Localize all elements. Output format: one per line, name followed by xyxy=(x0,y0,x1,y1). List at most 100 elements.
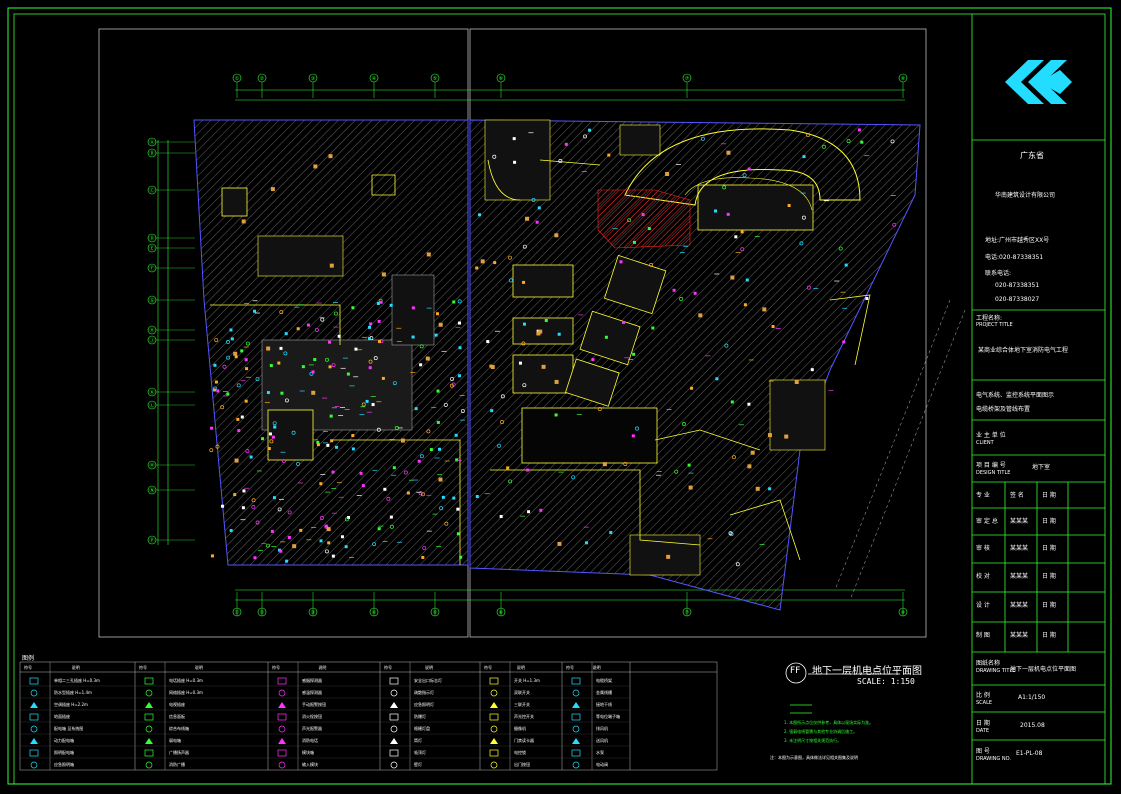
device-mark xyxy=(421,555,425,559)
ceiling-marker xyxy=(755,486,760,491)
device-mark xyxy=(279,346,283,350)
device-mark xyxy=(537,206,541,210)
axis-bubbles-bottom: ①②③④⑤⑥⑦⑧ xyxy=(232,592,908,617)
device-mark xyxy=(371,403,375,407)
legend-title: 图例 xyxy=(22,655,35,662)
legend-label: 安全出口标志灯 xyxy=(414,678,442,683)
ceiling-marker xyxy=(666,554,671,559)
room-d xyxy=(521,407,658,464)
tb-row-date: 日 期 xyxy=(1042,518,1056,525)
ceiling-marker xyxy=(233,351,238,356)
axis-label: Ⓒ xyxy=(149,187,154,194)
legend-symbol xyxy=(572,725,580,733)
axis-label: Ⓝ xyxy=(149,487,154,494)
plan-scale: SCALE: 1:150 xyxy=(857,677,915,686)
device-mark xyxy=(544,318,548,322)
device-mark xyxy=(647,227,651,231)
device-mark xyxy=(287,535,291,539)
device-mark xyxy=(631,434,635,438)
axis-label: ① xyxy=(235,610,240,616)
ceiling-marker xyxy=(326,527,331,532)
device-mark xyxy=(299,528,303,532)
ceiling-marker xyxy=(602,462,607,467)
legend-label: 防水型插座 H=1.4m xyxy=(54,690,92,695)
device-mark xyxy=(226,392,230,396)
ceiling-marker xyxy=(525,216,530,221)
legend-symbol xyxy=(571,749,581,757)
device-mark xyxy=(268,432,272,436)
device-mark xyxy=(522,280,526,284)
tb-tel: 电话:020-87338351 xyxy=(985,254,1044,261)
ceiling-marker xyxy=(750,450,755,455)
device-mark xyxy=(526,468,530,472)
device-mark xyxy=(328,365,332,369)
legend-symbol xyxy=(278,761,286,769)
device-mark xyxy=(604,335,608,339)
device-mark xyxy=(229,328,233,332)
device-mark xyxy=(436,420,440,424)
device-mark xyxy=(457,321,461,325)
legend-label: 电视插座 xyxy=(169,702,185,707)
legend-symbol xyxy=(389,713,399,721)
tb-date-label: 日 期 xyxy=(976,720,990,727)
legend-symbol xyxy=(490,702,498,708)
legend-label: 空调插座 H=2.2m xyxy=(54,702,88,707)
device-mark xyxy=(378,340,382,344)
device-mark xyxy=(377,319,381,323)
room-c xyxy=(391,274,435,346)
device-mark xyxy=(369,322,373,326)
plan-note: 3. 未注明尺寸按相关规范执行。 xyxy=(784,738,842,743)
tb-sub-en: DESIGN TITLE xyxy=(976,470,1011,476)
device-mark xyxy=(651,326,655,330)
legend-symbol xyxy=(144,749,154,757)
device-mark xyxy=(249,455,253,459)
device-mark xyxy=(306,323,310,327)
device-mark xyxy=(693,291,697,295)
device-mark xyxy=(301,365,305,369)
legend-symbol xyxy=(145,738,153,744)
legend-symbol xyxy=(489,677,499,685)
device-mark xyxy=(216,389,220,393)
legend-symbol xyxy=(390,689,398,697)
device-mark xyxy=(436,389,440,393)
axis-label: ⑥ xyxy=(499,76,504,82)
legend-symbol xyxy=(29,677,39,685)
ceiling-marker xyxy=(234,458,239,463)
ceiling-marker xyxy=(554,379,559,384)
ceiling-marker xyxy=(328,154,333,159)
legend-symbol xyxy=(572,738,580,744)
legend-label: 壁灯 xyxy=(414,762,422,767)
device-mark xyxy=(335,445,339,449)
device-mark xyxy=(351,447,355,451)
ceiling-marker xyxy=(767,433,772,438)
axis-label: ⑦ xyxy=(685,610,690,616)
device-mark xyxy=(210,426,214,430)
axis-bubbles-top: ① ② ③ ④ ⑤ ⑥ ⑦ ⑧ xyxy=(232,73,908,98)
legend-label: 双联开关 xyxy=(514,690,530,695)
device-mark xyxy=(351,434,355,438)
device-mark xyxy=(607,153,611,157)
legend-label: 接地干线 xyxy=(596,702,612,707)
ceiling-marker xyxy=(554,233,559,238)
device-mark xyxy=(242,489,246,493)
device-mark xyxy=(609,530,613,534)
tb-row-name: 某某某 xyxy=(1010,518,1029,525)
device-mark xyxy=(632,240,636,244)
device-mark xyxy=(381,376,385,380)
device-mark xyxy=(331,554,335,558)
device-mark xyxy=(411,306,415,310)
device-mark xyxy=(327,340,331,344)
drawing-sheet: ① ② ③ ④ ⑤ ⑥ ⑦ ⑧ ① ② ③ ④ ⑤ ⑥ ⑦ ⑧ Ⓐ Ⓑ Ⓒ Ⓓ Ⓔ Ⓕ Ⓖ Ⓗ Ⓙ Ⓚ Ⓛ Ⓜ Ⓝ Ⓟ xyxy=(7,7,1112,785)
device-mark xyxy=(331,470,335,474)
axis-label: ⑥ xyxy=(499,610,504,616)
tb-row-role: 设 计 xyxy=(976,602,990,609)
legend-header: 说明 xyxy=(71,665,80,670)
legend-symbol xyxy=(29,749,39,757)
device-mark xyxy=(499,515,503,519)
axis-label: Ⓓ xyxy=(149,235,154,242)
device-mark xyxy=(591,358,595,362)
device-mark xyxy=(865,296,869,300)
legend-symbol xyxy=(278,689,286,697)
tb-client-label: 业 主 单 位 xyxy=(976,432,1006,439)
device-mark xyxy=(622,320,626,324)
